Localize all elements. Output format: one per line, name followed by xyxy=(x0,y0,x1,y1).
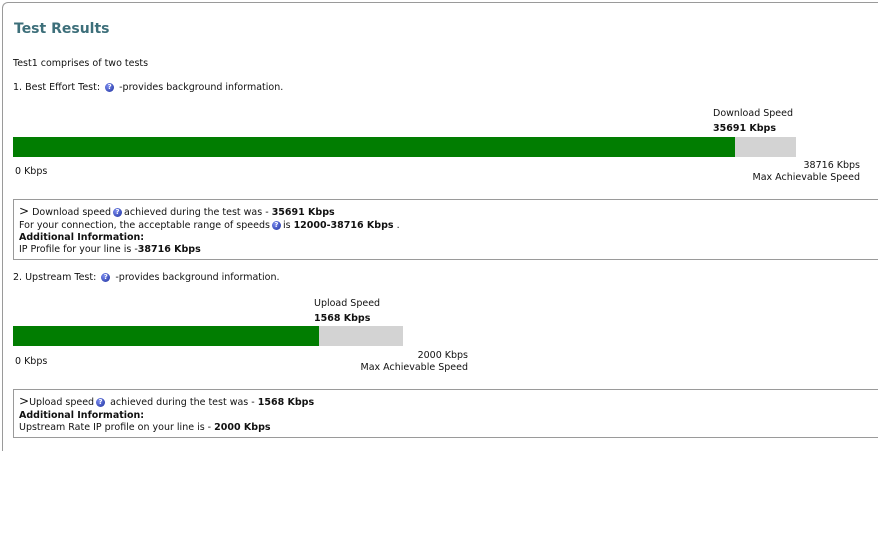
help-icon[interactable]: ? xyxy=(271,221,281,230)
achieved-text: achieved during the test was - xyxy=(110,397,255,408)
download-additional-info-heading: Additional Information: xyxy=(19,232,145,243)
download-result-line-1: > Download speed? achieved during the tes… xyxy=(19,204,335,218)
upload-progress-fill xyxy=(13,326,319,346)
upload-max-value: 2000 Kbps xyxy=(417,350,468,361)
download-max-value: 38716 Kbps xyxy=(803,160,860,171)
page-title: Test Results xyxy=(14,21,110,37)
upstream-profile-value: 2000 Kbps xyxy=(214,422,271,433)
upload-speed-label: Upload Speed xyxy=(314,298,381,309)
help-icon[interactable]: ? xyxy=(105,83,115,92)
achieved-upload-value: 1568 Kbps xyxy=(257,397,315,408)
upstream-heading-row: 2. Upstream Test: ? -provides background… xyxy=(13,272,280,283)
achieved-text: achieved during the test was - xyxy=(124,207,269,218)
download-max-label: Max Achievable Speed xyxy=(752,172,860,183)
download-result-box: > Download speed? achieved during the tes… xyxy=(13,199,878,260)
upstream-profile-text: Upstream Rate IP profile on your line is… xyxy=(19,422,212,433)
is-text: is xyxy=(282,220,291,231)
period-text: . xyxy=(396,220,400,231)
achieved-download-value: 35691 Kbps xyxy=(271,207,335,218)
download-min-label: 0 Kbps xyxy=(15,166,48,177)
upload-min-label: 0 Kbps xyxy=(15,356,48,367)
upload-additional-info-heading: Additional Information: xyxy=(19,410,145,421)
intro-text: Test1 comprises of two tests xyxy=(13,58,149,69)
chevron-right-icon: > xyxy=(19,394,30,408)
upload-progress-track xyxy=(13,326,403,346)
acceptable-range-text: For your connection, the acceptable rang… xyxy=(19,220,270,231)
upload-result-line-1: >Upload speed? achieved during the test … xyxy=(19,394,314,408)
upload-result-box: >Upload speed? achieved during the test … xyxy=(13,389,878,438)
acceptable-range-value: 12000-38716 Kbps xyxy=(293,220,394,231)
download-result-line-4: IP Profile for your line is -38716 Kbps xyxy=(19,244,201,255)
best-effort-heading-row: 1. Best Effort Test: ? -provides backgro… xyxy=(13,82,283,93)
help-icon[interactable]: ? xyxy=(101,273,111,282)
download-speed-value: 35691 Kbps xyxy=(713,123,776,134)
help-icon[interactable]: ? xyxy=(96,398,106,407)
upload-speed-text: Upload speed xyxy=(29,397,95,408)
upstream-heading: 2. Upstream Test: xyxy=(13,272,97,283)
download-result-line-2: For your connection, the acceptable rang… xyxy=(19,220,400,231)
ip-profile-value: 38716 Kbps xyxy=(137,244,201,255)
upstream-help-text: -provides background information. xyxy=(115,272,280,283)
download-progress-track xyxy=(13,137,796,157)
chevron-right-icon: > xyxy=(19,204,30,218)
upload-result-line-3: Upstream Rate IP profile on your line is… xyxy=(19,422,271,433)
help-icon[interactable]: ? xyxy=(113,208,123,217)
download-speed-label: Download Speed xyxy=(713,108,794,119)
download-progress-fill xyxy=(13,137,735,157)
best-effort-heading: 1. Best Effort Test: xyxy=(13,82,101,93)
upload-speed-value: 1568 Kbps xyxy=(314,313,371,324)
ip-profile-text: IP Profile for your line is - xyxy=(19,244,138,255)
upload-max-label: Max Achievable Speed xyxy=(360,362,468,373)
download-speed-text: Download speed xyxy=(32,207,112,218)
best-effort-help-text: -provides background information. xyxy=(119,82,284,93)
